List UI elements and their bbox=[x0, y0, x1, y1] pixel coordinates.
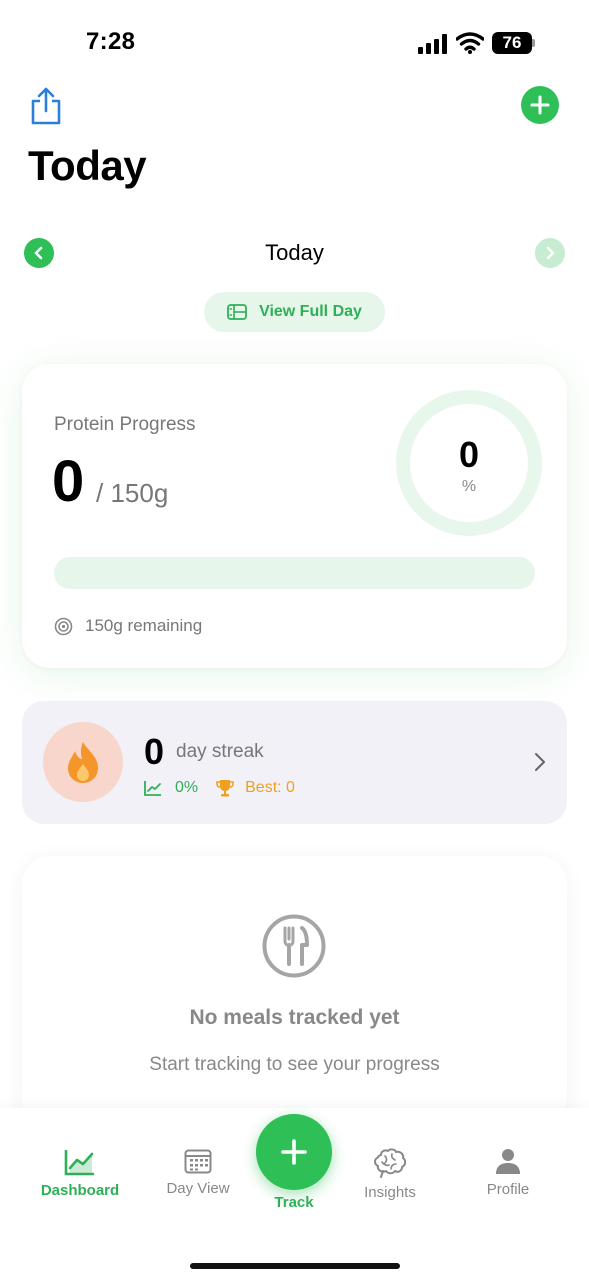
battery-cap bbox=[532, 39, 535, 47]
wifi-icon bbox=[456, 32, 484, 54]
calendar-icon bbox=[184, 1149, 212, 1174]
streak-meta: 0% Best: 0 bbox=[144, 779, 295, 797]
chevron-right-icon bbox=[546, 246, 555, 260]
tab-label: Profile bbox=[486, 1181, 530, 1198]
chevron-right-icon bbox=[535, 753, 545, 771]
fork-knife-icon bbox=[262, 914, 326, 978]
tab-bar: Dashboard Day View Track Insights Profil… bbox=[0, 1108, 589, 1280]
flame-icon bbox=[68, 742, 98, 783]
protein-progress-bar bbox=[54, 557, 535, 589]
tab-profile[interactable]: Profile bbox=[468, 1148, 548, 1198]
tab-label: Day View bbox=[166, 1180, 230, 1197]
cellular-signal-icon bbox=[418, 34, 447, 54]
plus-icon bbox=[281, 1139, 307, 1165]
remaining-text: 150g remaining bbox=[85, 616, 203, 635]
tab-day-view[interactable]: Day View bbox=[158, 1148, 238, 1197]
meals-empty-state-card: No meals tracked yet Start tracking to s… bbox=[22, 856, 567, 1126]
track-button[interactable] bbox=[256, 1114, 332, 1190]
empty-state-title: No meals tracked yet bbox=[189, 1006, 400, 1029]
page-title: Today bbox=[28, 142, 147, 189]
brain-icon bbox=[374, 1148, 407, 1178]
track-label: Track bbox=[274, 1194, 314, 1211]
flame-badge bbox=[43, 722, 123, 802]
battery-indicator: 76 bbox=[492, 32, 536, 54]
protein-goal: / 150g bbox=[96, 478, 169, 508]
streak-card[interactable]: 0 day streak 0% Best: 0 bbox=[22, 701, 567, 824]
tab-dashboard[interactable]: Dashboard bbox=[40, 1148, 120, 1199]
streak-label: day streak bbox=[176, 741, 264, 762]
tab-label: Insights bbox=[364, 1184, 416, 1201]
person-icon bbox=[496, 1149, 520, 1174]
remaining-row: 150g remaining bbox=[54, 616, 202, 636]
battery-level: 76 bbox=[492, 32, 532, 54]
streak-best: Best: 0 bbox=[245, 779, 295, 796]
add-button[interactable] bbox=[521, 86, 559, 124]
list-view-icon bbox=[227, 304, 247, 320]
home-indicator bbox=[190, 1263, 400, 1269]
empty-state-subtitle: Start tracking to see your progress bbox=[149, 1054, 440, 1075]
tab-insights[interactable]: Insights bbox=[350, 1148, 430, 1201]
protein-percent-value: 0 bbox=[458, 434, 480, 475]
trophy-icon bbox=[216, 780, 234, 797]
plus-icon bbox=[530, 95, 550, 115]
protein-progress-label: Protein Progress bbox=[54, 414, 196, 435]
next-day-button[interactable] bbox=[535, 238, 565, 268]
view-full-day-label: View Full Day bbox=[259, 303, 362, 320]
chart-line-icon bbox=[64, 1150, 94, 1176]
view-full-day-button[interactable]: View Full Day bbox=[204, 292, 385, 332]
tab-label: Dashboard bbox=[40, 1182, 120, 1199]
status-bar: 7:28 76 bbox=[0, 0, 589, 80]
protein-progress-card: Protein Progress 0 / 150g 0 % 150g remai… bbox=[22, 364, 567, 668]
status-time: 7:28 bbox=[86, 28, 136, 55]
target-icon bbox=[54, 617, 73, 635]
protein-percent-unit: % bbox=[461, 478, 477, 495]
streak-trend: 0% bbox=[175, 779, 199, 796]
current-day-label: Today bbox=[265, 240, 324, 265]
streak-value: 0 bbox=[144, 731, 165, 772]
protein-value: 0 bbox=[52, 449, 85, 514]
trend-up-icon bbox=[144, 781, 161, 796]
share-icon[interactable] bbox=[28, 86, 64, 126]
